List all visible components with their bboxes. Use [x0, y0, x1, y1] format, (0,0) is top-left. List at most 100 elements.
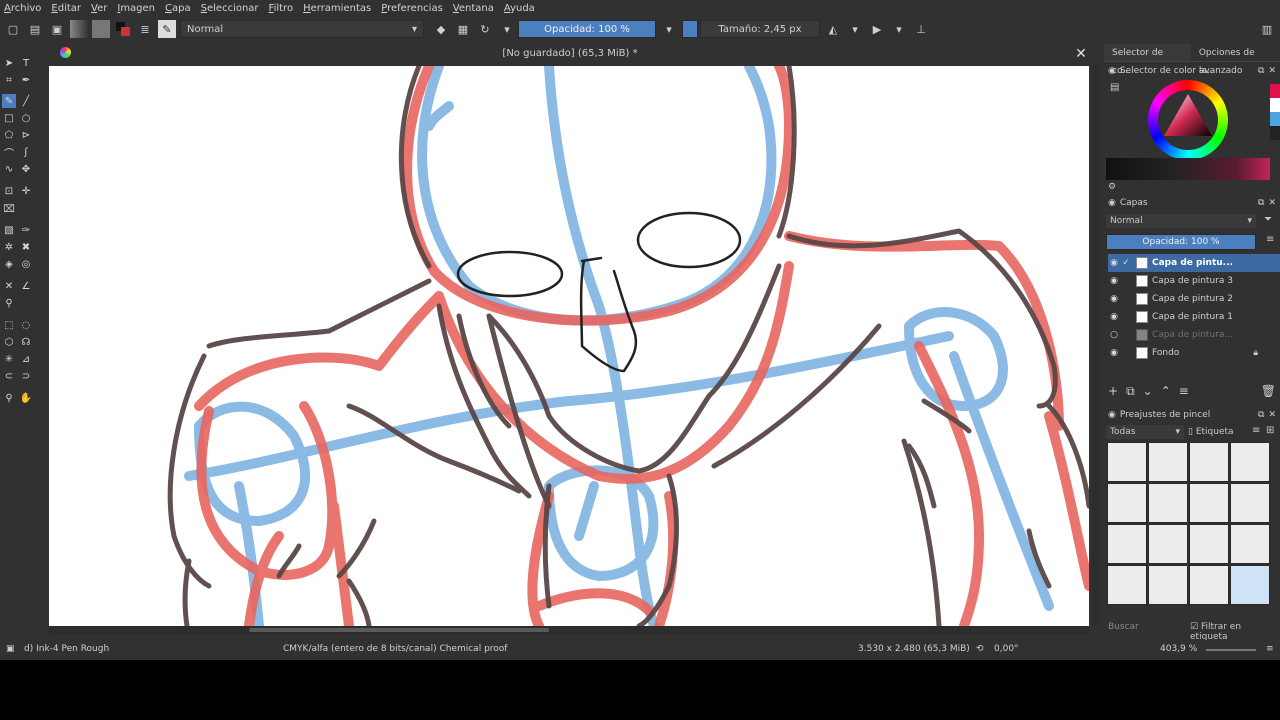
freehand-path-icon[interactable]: ʃ: [19, 145, 33, 159]
rotation-value[interactable]: 0,00°: [994, 644, 1019, 654]
reference-tool-icon[interactable]: ⚲: [2, 296, 16, 310]
menu-imagen[interactable]: Imagen: [117, 3, 155, 14]
chevron-down-icon[interactable]: ▾: [890, 20, 908, 38]
preserve-alpha-icon[interactable]: ▦: [454, 20, 472, 38]
color-swatches[interactable]: [1270, 84, 1280, 140]
measure-tool-icon[interactable]: ∠: [19, 279, 33, 293]
select-shapes-icon[interactable]: ➤: [2, 56, 16, 70]
brush-preset[interactable]: [1189, 524, 1229, 564]
close-icon[interactable]: ✕: [1268, 66, 1276, 76]
menu-archivo[interactable]: Archivo: [4, 3, 41, 14]
blend-mode-select[interactable]: Normal ▾: [180, 20, 424, 38]
mirror-vertical-icon[interactable]: ▶: [868, 20, 886, 38]
brush-preset[interactable]: [1107, 483, 1147, 523]
menu-ventana[interactable]: Ventana: [453, 3, 494, 14]
layer-row[interactable]: ◉ Capa de pintura 3: [1108, 272, 1280, 290]
chevron-down-icon[interactable]: ▾: [498, 20, 516, 38]
brush-preset[interactable]: [1230, 442, 1270, 482]
wrap-around-icon[interactable]: ⊥: [912, 20, 930, 38]
tab-color-selector[interactable]: Selector de co...: [1104, 44, 1191, 76]
color-wheel[interactable]: [1148, 80, 1228, 160]
brush-preset[interactable]: [1189, 483, 1229, 523]
color-swatch[interactable]: [682, 20, 698, 38]
layer-row[interactable]: ◉ Capa de pintura 2: [1108, 290, 1280, 308]
dynamic-brush-icon[interactable]: ∿: [2, 162, 16, 176]
brush-preset[interactable]: [1148, 565, 1188, 605]
menu-icon[interactable]: ≡: [1266, 644, 1274, 654]
float-icon[interactable]: ⧉: [1258, 410, 1264, 420]
brush-preset-icon[interactable]: ✎: [158, 20, 176, 38]
reload-icon[interactable]: ↻: [476, 20, 494, 38]
colorize-mask-icon[interactable]: ✲: [2, 240, 16, 254]
settings-icon[interactable]: ⚙: [1108, 182, 1116, 192]
polygon-tool-icon[interactable]: ⬠: [2, 128, 16, 142]
move-down-icon[interactable]: ⌄: [1143, 384, 1153, 400]
gradient-icon[interactable]: [70, 20, 88, 38]
ellipse-select-icon[interactable]: ◌: [19, 318, 33, 332]
color-picker-icon[interactable]: ✑: [19, 223, 33, 237]
layers-opacity-slider[interactable]: Opacidad: 100 %: [1106, 234, 1256, 250]
move-up-icon[interactable]: ⌃: [1161, 384, 1171, 400]
pattern-icon[interactable]: [92, 20, 110, 38]
check-icon[interactable]: ✓: [1120, 258, 1132, 268]
color-history-strip[interactable]: [1106, 158, 1270, 180]
magnetic-select-icon[interactable]: ⊃: [19, 369, 33, 383]
new-document-icon[interactable]: ▢: [4, 20, 22, 38]
menu-ver[interactable]: Ver: [91, 3, 107, 14]
eye-icon[interactable]: ◉: [1108, 294, 1120, 304]
multibrush-icon[interactable]: ✥: [19, 162, 33, 176]
rotate-icon[interactable]: ⟲: [976, 644, 984, 654]
properties-icon[interactable]: ≡: [1179, 384, 1189, 400]
filter-icon[interactable]: ⏷: [1264, 214, 1272, 225]
delete-icon[interactable]: 🗑︎: [1261, 384, 1276, 400]
tab-tool-options[interactable]: Opciones de la...: [1190, 44, 1280, 76]
freehand-select-icon[interactable]: ☊: [19, 335, 33, 349]
brush-preset[interactable]: [1189, 565, 1229, 605]
brush-preset[interactable]: [1107, 524, 1147, 564]
move-tool-icon[interactable]: ✛: [19, 184, 33, 198]
layer-row[interactable]: ◉ Fondo 🔒︎: [1108, 344, 1280, 362]
close-icon[interactable]: ✕: [1268, 198, 1276, 208]
menu-icon[interactable]: ≡: [1252, 425, 1260, 436]
eye-icon[interactable]: ◉: [1108, 258, 1120, 268]
freehand-brush-icon[interactable]: ✎: [2, 94, 16, 108]
layers-blend-select[interactable]: Normal ▾: [1106, 214, 1256, 228]
rectangle-tool-icon[interactable]: □: [2, 111, 16, 125]
eye-hidden-icon[interactable]: ○: [1108, 330, 1120, 340]
brush-preset[interactable]: [1107, 442, 1147, 482]
menu-icon[interactable]: ≡: [1266, 234, 1274, 245]
bezier-select-icon[interactable]: ⊂: [2, 369, 16, 383]
similar-select-icon[interactable]: ⊿: [19, 352, 33, 366]
preset-search-input[interactable]: Buscar: [1108, 622, 1139, 632]
foreground-background-color-icon[interactable]: [114, 20, 132, 38]
presets-filter-select[interactable]: Todas ▾: [1106, 425, 1184, 439]
chevron-down-icon[interactable]: ▾: [846, 20, 864, 38]
zoom-value[interactable]: 403,9 %: [1160, 644, 1197, 654]
save-icon[interactable]: ▣: [48, 20, 66, 38]
color-triangle[interactable]: [1148, 80, 1228, 160]
line-tool-icon[interactable]: ╱: [19, 94, 33, 108]
calligraphy-icon[interactable]: ✒: [19, 73, 33, 87]
vertical-scrollbar[interactable]: [1092, 66, 1100, 626]
brush-preset[interactable]: [1107, 565, 1147, 605]
brush-preset[interactable]: [1189, 442, 1229, 482]
brush-preset[interactable]: [1148, 524, 1188, 564]
brush-preset[interactable]: [1230, 524, 1270, 564]
eye-icon[interactable]: ◉: [1108, 312, 1120, 322]
zoom-slider[interactable]: [1206, 649, 1256, 651]
document-tab-title[interactable]: [No guardado] (65,3 MiB) *: [50, 44, 1090, 64]
lock-icon[interactable]: 🔒︎: [1253, 348, 1258, 358]
enclose-fill-icon[interactable]: ◎: [19, 257, 33, 271]
polyline-tool-icon[interactable]: ⊳: [19, 128, 33, 142]
fill-tool-icon[interactable]: ◈: [2, 257, 16, 271]
gradient-tool-icon[interactable]: ▧: [2, 223, 16, 237]
duplicate-icon[interactable]: ⧉: [1126, 384, 1135, 400]
menu-preferencias[interactable]: Preferencias: [381, 3, 443, 14]
drawing-canvas[interactable]: [49, 66, 1089, 626]
ellipse-tool-icon[interactable]: ○: [19, 111, 33, 125]
menu-editar[interactable]: Editar: [51, 3, 81, 14]
chevron-down-icon[interactable]: ▾: [660, 20, 678, 38]
workspace-icon[interactable]: ▥: [1258, 20, 1276, 38]
float-icon[interactable]: ⧉: [1258, 66, 1264, 76]
zoom-icon[interactable]: ⚲: [2, 391, 16, 405]
